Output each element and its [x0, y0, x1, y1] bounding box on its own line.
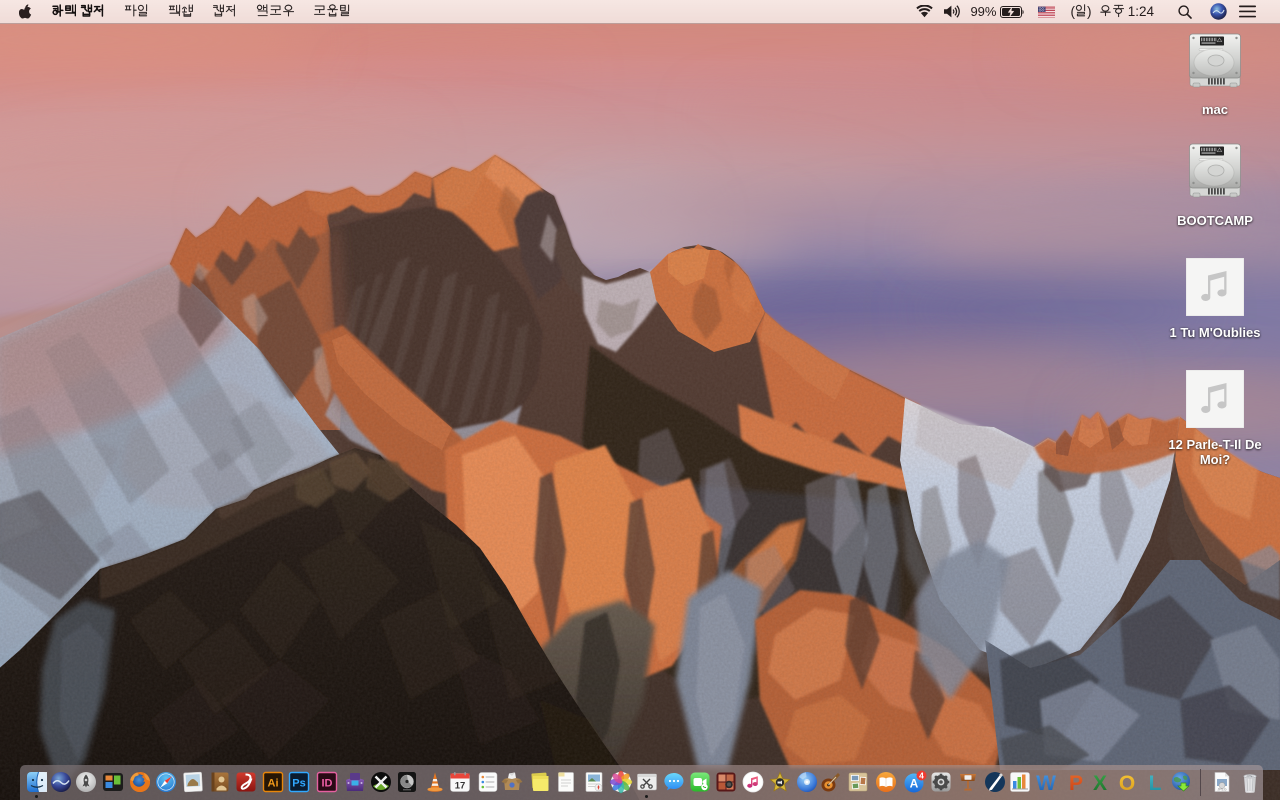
svg-text:L: L [1149, 772, 1162, 794]
svg-text:ID: ID [322, 778, 333, 790]
svg-text:Ps: Ps [292, 778, 305, 790]
svg-text:4: 4 [919, 771, 924, 781]
svg-text:17: 17 [455, 781, 466, 792]
svg-text:X: X [1093, 772, 1107, 794]
svg-text:A: A [910, 777, 919, 791]
svg-text:O: O [1119, 772, 1135, 794]
svg-text:JPEG: JPEG [1217, 788, 1226, 792]
svg-text:W: W [1036, 772, 1056, 794]
svg-text:P: P [1069, 772, 1083, 794]
svg-text:Ai: Ai [268, 778, 279, 790]
